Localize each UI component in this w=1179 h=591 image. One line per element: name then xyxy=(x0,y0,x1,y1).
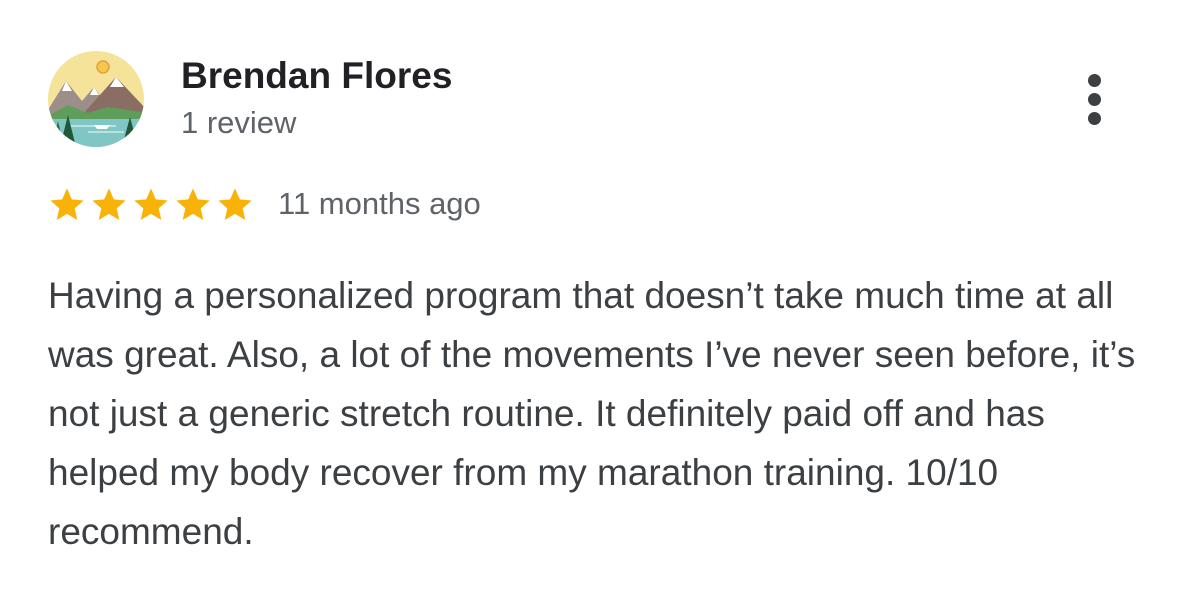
star-icon xyxy=(50,188,84,220)
review-date: 11 months ago xyxy=(278,186,481,221)
more-vertical-icon xyxy=(1088,112,1101,125)
review-text: Having a personalized program that doesn… xyxy=(48,275,1136,552)
star-icon xyxy=(218,188,252,220)
avatar[interactable] xyxy=(48,51,144,147)
star-rating xyxy=(47,183,255,227)
more-options-button[interactable] xyxy=(1075,66,1115,132)
star-icon xyxy=(176,188,210,220)
star-icon xyxy=(92,188,126,220)
review-count[interactable]: 1 review xyxy=(181,104,296,142)
review-card: Brendan Flores 1 review 11 months ago Ha… xyxy=(0,0,1179,591)
star-icon xyxy=(134,188,168,220)
reviewer-name[interactable]: Brendan Flores xyxy=(181,54,452,98)
more-vertical-icon xyxy=(1088,74,1101,87)
mountain-lake-landscape-icon xyxy=(48,51,144,147)
more-vertical-icon xyxy=(1088,93,1101,106)
